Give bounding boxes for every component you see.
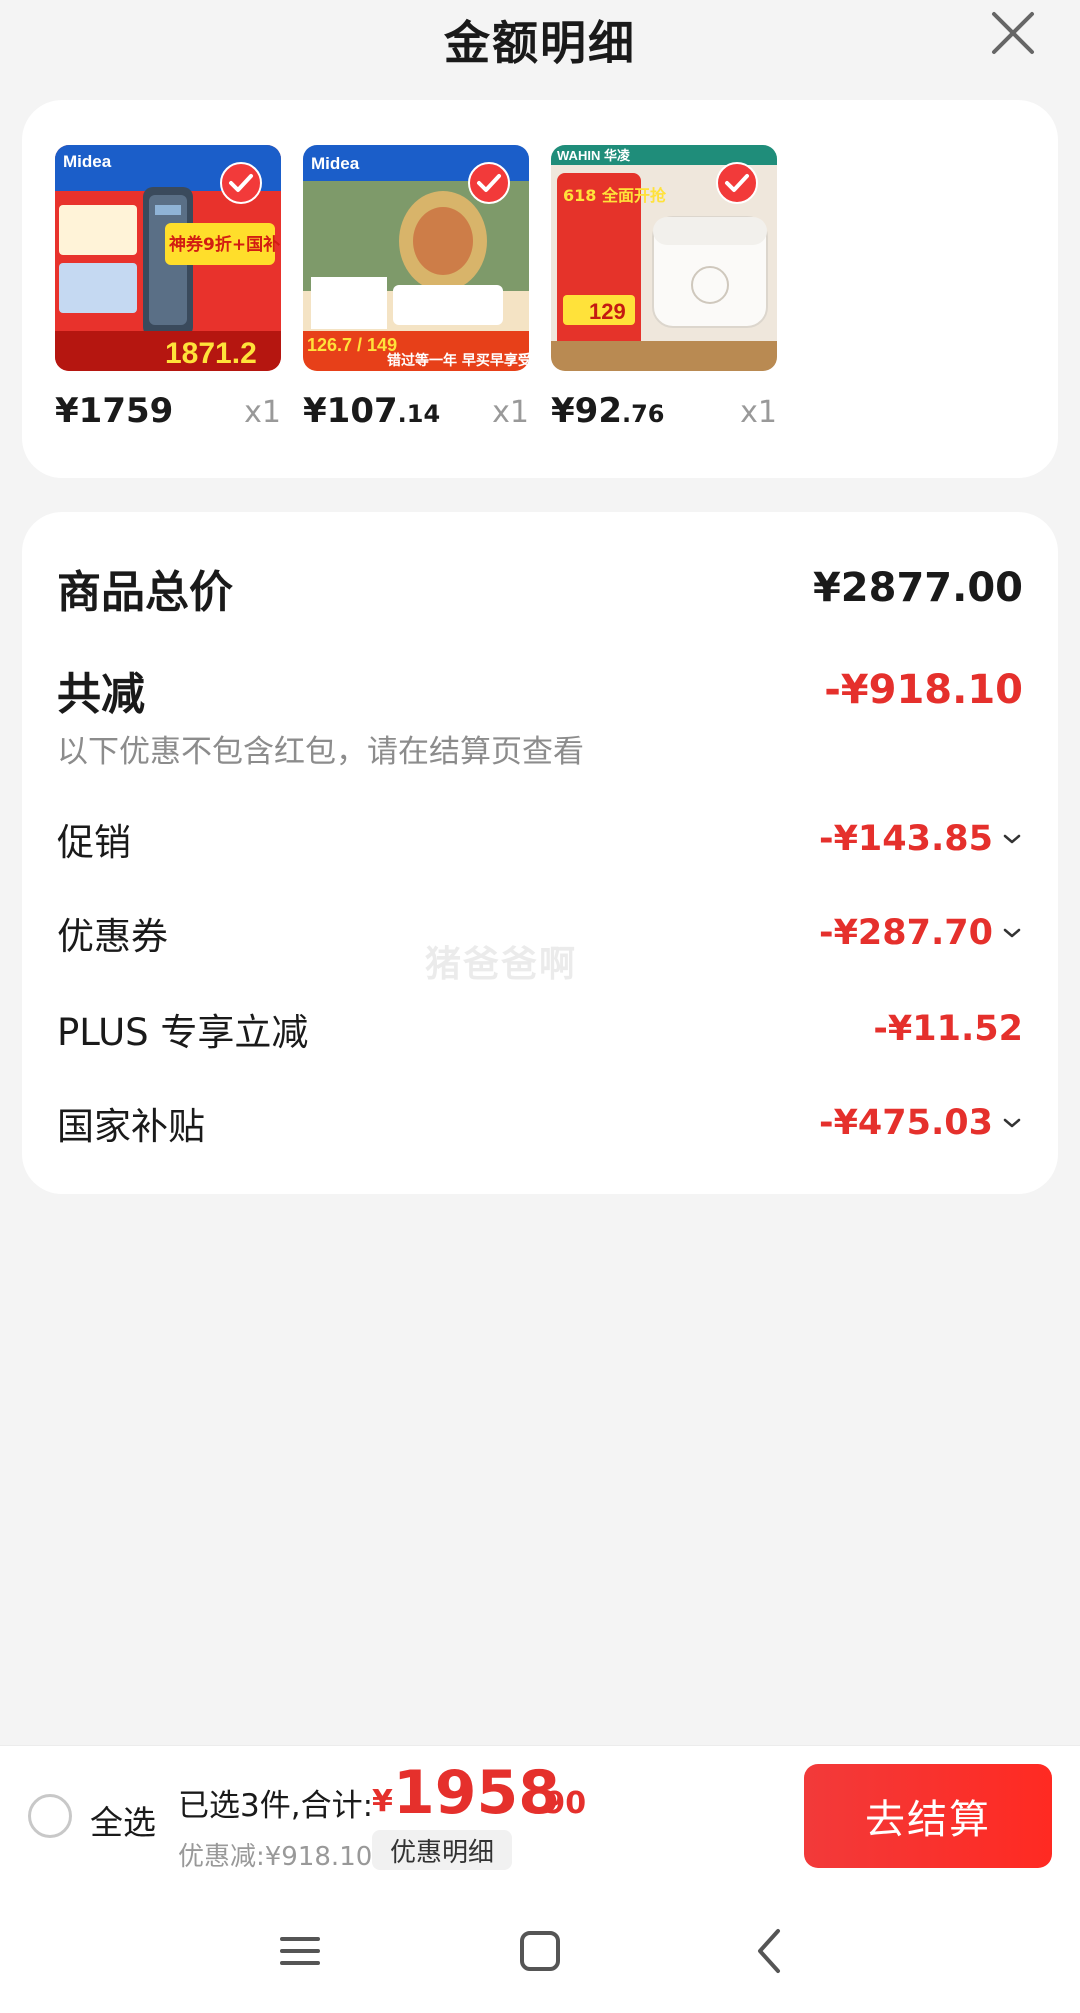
total-price-row: 商品总价 ¥2877.00 <box>57 556 1023 620</box>
total-amount-decimal: .90 <box>533 1786 587 1821</box>
discount-value: -¥143.85 <box>819 819 993 859</box>
system-nav-bar <box>0 1883 1080 2013</box>
discount-label: 国家补贴 <box>57 1105 205 1148</box>
discount-row-plus: PLUS 专享立减 -¥11.52 <box>57 1002 1023 1056</box>
brand-text: WAHIN 华凌 <box>557 148 631 163</box>
product-headline: 错过等一年 早买早享受 <box>387 352 529 369</box>
discount-label: 促销 <box>57 821 131 864</box>
selected-count-text: 已选3件,合计: <box>178 1788 374 1824</box>
chevron-down-icon[interactable] <box>1001 922 1023 944</box>
chevron-down-icon[interactable] <box>1001 1112 1023 1134</box>
product-image[interactable]: Midea 126.7 / 149 错过等一年 早买早享受 <box>303 145 529 371</box>
price-summary-card: 商品总价 ¥2877.00 共减 -¥918.10 以下优惠不包含红包，请在结算… <box>22 512 1058 1194</box>
product-price: ¥107.14 <box>303 391 441 431</box>
discount-label: PLUS 专享立减 <box>57 1011 309 1054</box>
discount-label: 优惠券 <box>57 915 168 958</box>
brand-text: Midea <box>63 152 112 171</box>
product-qty: x1 <box>740 395 777 430</box>
watermark: 猪爸爸啊 <box>425 944 578 985</box>
discount-row-promotion[interactable]: 促销 -¥143.85 <box>57 812 1023 866</box>
home-icon[interactable] <box>510 1921 570 1981</box>
header: 金额明细 <box>0 0 1080 80</box>
discount-summary: 优惠减:¥918.10 <box>178 1842 373 1872</box>
product-headline: 神券9折+国补8折 <box>169 234 281 255</box>
product-price: ¥92.76 <box>551 391 665 431</box>
chevron-down-icon[interactable] <box>1001 828 1023 850</box>
product-item[interactable]: WAHIN 华凌 618 全面开抢 129 ¥92.76 x1 <box>551 145 777 431</box>
back-icon[interactable] <box>740 1921 800 1981</box>
promo-price: 126.7 / 149 <box>307 335 397 355</box>
total-reduction-label: 共减 <box>57 669 145 720</box>
total-reduction-row: 共减 -¥918.10 <box>57 658 1023 722</box>
selected-check-icon[interactable] <box>219 161 263 205</box>
product-image[interactable]: Midea 神券9折+国补8折 1871.2 <box>55 145 281 371</box>
promo-price: 1871.2 <box>165 337 257 370</box>
selected-check-icon[interactable] <box>715 161 759 205</box>
discount-value: -¥475.03 <box>819 1103 993 1143</box>
product-qty: x1 <box>492 395 529 430</box>
menu-icon[interactable] <box>270 1921 330 1981</box>
brand-text: Midea <box>311 154 360 173</box>
product-item[interactable]: Midea 126.7 / 149 错过等一年 早买早享受 ¥107.14 x1 <box>303 145 529 431</box>
discount-value: -¥11.52 <box>873 1009 1023 1049</box>
discount-row-subsidy[interactable]: 国家补贴 -¥475.03 <box>57 1096 1023 1150</box>
product-qty: x1 <box>244 395 281 430</box>
close-icon[interactable] <box>988 8 1038 58</box>
product-headline: 618 全面开抢 <box>563 186 667 205</box>
total-reduction-value: -¥918.10 <box>824 667 1023 713</box>
product-image[interactable]: WAHIN 华凌 618 全面开抢 129 <box>551 145 777 371</box>
select-all-radio[interactable] <box>28 1794 72 1838</box>
products-card: Midea 神券9折+国补8折 1871.2 ¥1759 x1 <box>22 100 1058 478</box>
page-title: 金额明细 <box>444 16 636 70</box>
reduction-note: 以下优惠不包含红包，请在结算页查看 <box>57 734 584 770</box>
discount-value: -¥287.70 <box>819 913 993 953</box>
product-item[interactable]: Midea 神券9折+国补8折 1871.2 ¥1759 x1 <box>55 145 281 431</box>
select-all-label[interactable]: 全选 <box>90 1796 156 1844</box>
checkout-button[interactable]: 去结算 <box>804 1764 1052 1868</box>
discount-detail-button[interactable]: 优惠明细 <box>372 1830 512 1870</box>
total-price-label: 商品总价 <box>57 567 233 618</box>
total-price-value: ¥2877.00 <box>812 565 1023 611</box>
product-price: ¥1759 <box>55 391 174 431</box>
selected-check-icon[interactable] <box>467 161 511 205</box>
checkout-bar: 全选 已选3件,合计: ¥ 1958 .90 优惠减:¥918.10 优惠明细 … <box>0 1745 1080 1883</box>
total-currency: ¥ <box>372 1784 393 1819</box>
promo-price: 129 <box>589 299 626 324</box>
